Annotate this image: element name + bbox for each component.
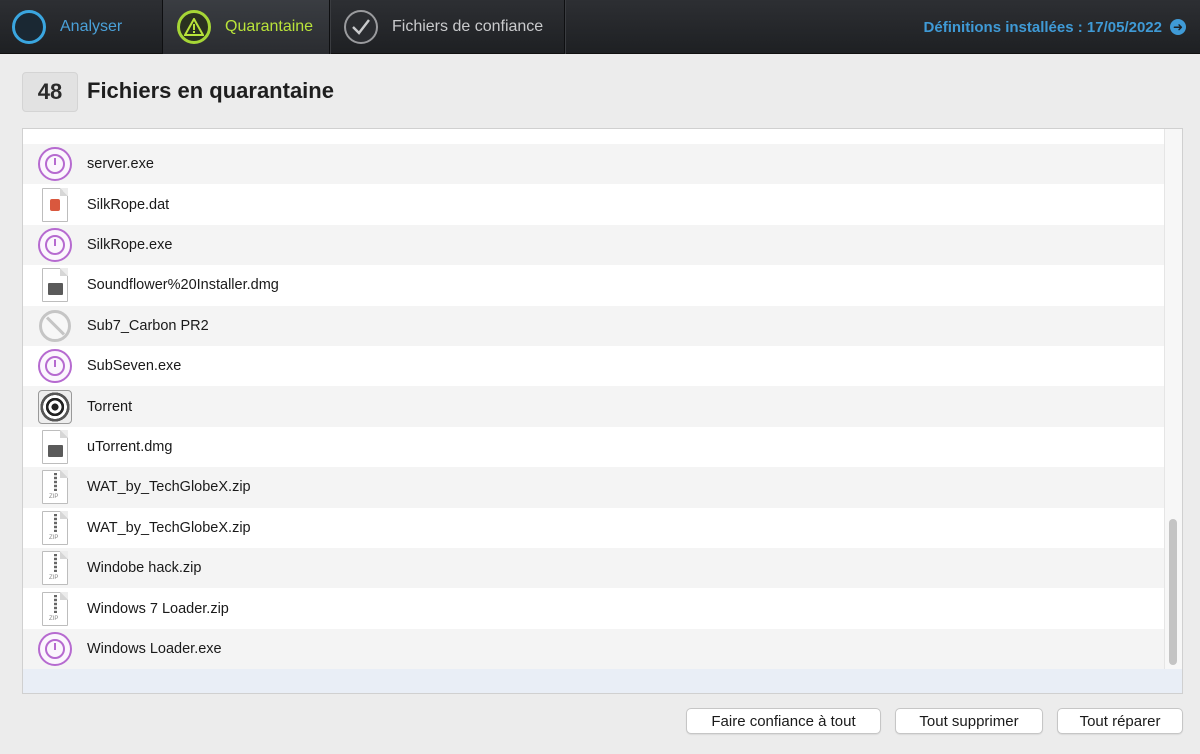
- list-item[interactable]: ZIP WAT_by_TechGlobeX.zip: [23, 467, 1165, 508]
- executable-file-icon: [37, 227, 73, 263]
- file-name: SilkRope.exe: [87, 236, 173, 253]
- delete-all-button[interactable]: Tout supprimer: [895, 708, 1043, 734]
- data-file-icon: [37, 187, 73, 223]
- list-item[interactable]: Sub7_Carbon PR2: [23, 305, 1165, 346]
- file-name: Sub7_Carbon PR2: [87, 317, 209, 334]
- scrollbar-track[interactable]: [1164, 129, 1182, 669]
- tab-quarantine[interactable]: Quarantaine: [163, 0, 330, 54]
- file-name: Soundflower%20Installer.dmg: [87, 277, 279, 294]
- list-item[interactable]: uTorrent.dmg: [23, 426, 1165, 468]
- file-name: Windobe hack.zip: [87, 560, 202, 577]
- executable-file-icon: [37, 146, 73, 182]
- blocked-icon: [37, 308, 73, 344]
- definitions-label: Définitions installées : 17/05/2022: [923, 18, 1162, 36]
- zip-archive-icon: ZIP: [37, 469, 73, 505]
- quarantine-file-list[interactable]: server.exe SilkRope.dat SilkRope.exe Soundf…: [22, 128, 1183, 694]
- tab-quarantine-label: Quarantaine: [225, 18, 314, 35]
- list-item[interactable]: ZIP Windows 7 Loader.zip: [23, 588, 1165, 629]
- file-name: server.exe: [87, 156, 154, 173]
- tab-trusted-files-label: Fichiers de confiance: [392, 18, 544, 35]
- list-item-partial[interactable]: [23, 129, 1165, 144]
- list-item[interactable]: ZIP Windobe hack.zip: [23, 548, 1165, 589]
- list-item[interactable]: SilkRope.dat: [23, 184, 1165, 225]
- list-item[interactable]: SilkRope.exe: [23, 224, 1165, 266]
- tab-trusted-files[interactable]: Fichiers de confiance: [330, 0, 565, 54]
- top-toolbar: Analyser Quarantaine Fichiers de confian…: [0, 0, 1200, 54]
- file-name: SilkRope.dat: [87, 196, 170, 213]
- file-name: WAT_by_TechGlobeX.zip: [87, 519, 251, 536]
- zip-archive-icon: ZIP: [37, 550, 73, 586]
- scrollbar-thumb[interactable]: [1169, 519, 1177, 665]
- arrow-right-icon: ➜: [1170, 19, 1186, 35]
- warning-icon: [177, 10, 211, 44]
- refresh-icon: [12, 10, 46, 44]
- page-title: Fichiers en quarantaine: [87, 78, 334, 103]
- list-item[interactable]: Torrent: [23, 386, 1165, 427]
- executable-file-icon: [37, 348, 73, 384]
- file-name: uTorrent.dmg: [87, 438, 173, 455]
- list-item[interactable]: Windows Loader.exe: [23, 628, 1165, 670]
- list-item[interactable]: server.exe: [23, 144, 1165, 185]
- file-name: Windows Loader.exe: [87, 640, 222, 657]
- checkmark-icon: [344, 10, 378, 44]
- disk-image-icon: [37, 429, 73, 465]
- zip-archive-icon: ZIP: [37, 510, 73, 546]
- tab-scan-label: Analyser: [60, 18, 123, 35]
- definitions-link[interactable]: Définitions installées : 17/05/2022 ➜: [924, 0, 1186, 54]
- list-item[interactable]: ZIP WAT_by_TechGlobeX.zip: [23, 507, 1165, 548]
- file-name: Torrent: [87, 398, 133, 415]
- file-name: WAT_by_TechGlobeX.zip: [87, 479, 251, 496]
- trust-all-button[interactable]: Faire confiance à tout: [686, 708, 881, 734]
- disk-image-icon: [37, 267, 73, 303]
- file-name: Windows 7 Loader.zip: [87, 600, 229, 617]
- executable-file-icon: [37, 631, 73, 667]
- zip-archive-icon: ZIP: [37, 591, 73, 627]
- list-item[interactable]: SubSeven.exe: [23, 346, 1165, 387]
- torrent-icon: [37, 389, 73, 425]
- quarantine-count: 48: [22, 72, 78, 112]
- tab-scan[interactable]: Analyser: [0, 0, 163, 54]
- list-item[interactable]: Soundflower%20Installer.dmg: [23, 265, 1165, 306]
- file-name: SubSeven.exe: [87, 358, 182, 375]
- repair-all-button[interactable]: Tout réparer: [1057, 708, 1183, 734]
